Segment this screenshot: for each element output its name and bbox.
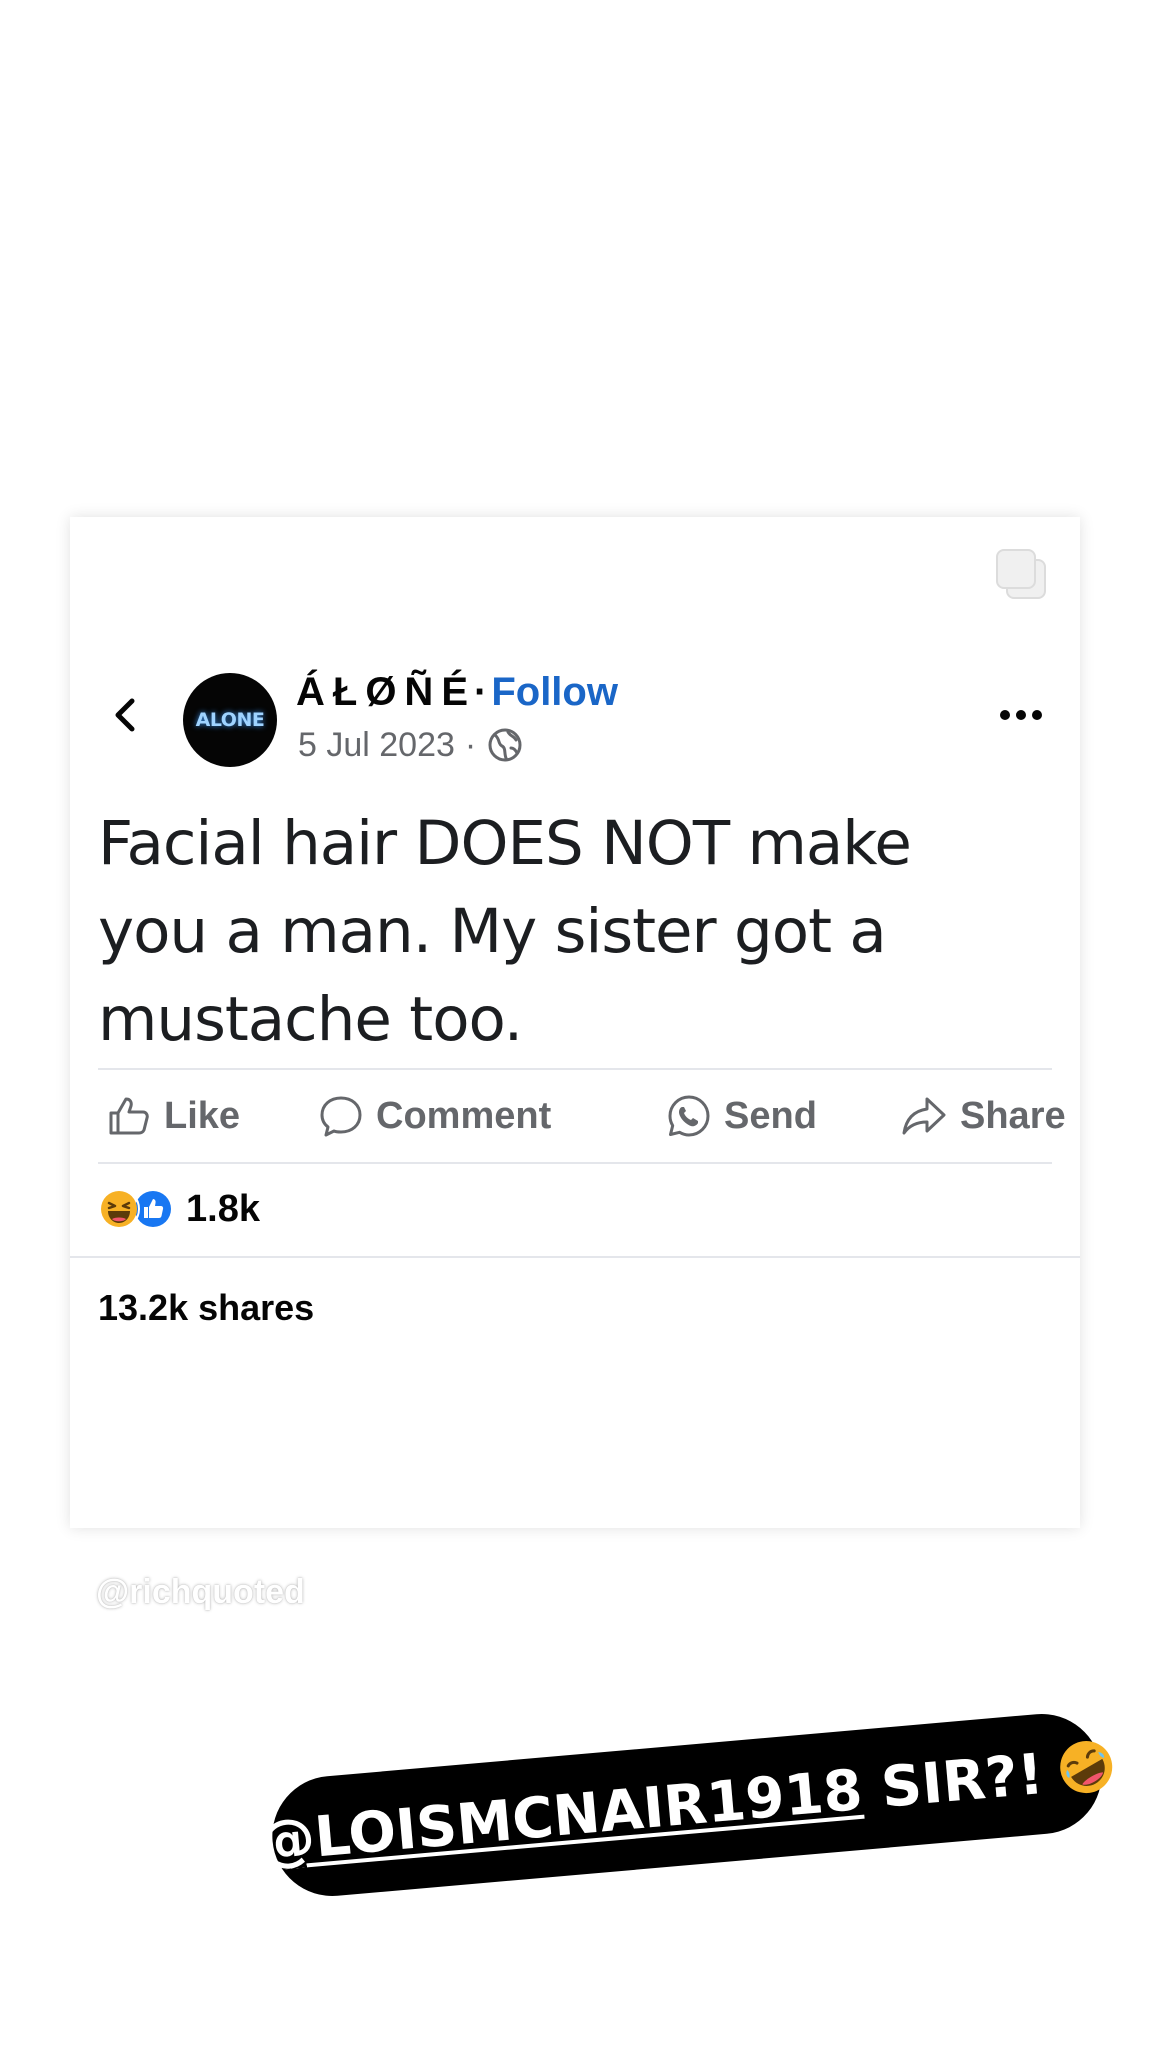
- more-options-icon[interactable]: [998, 705, 1044, 725]
- comment-button[interactable]: Comment: [318, 1070, 551, 1162]
- globe-icon: [488, 728, 522, 762]
- like-button[interactable]: Like: [106, 1070, 240, 1162]
- share-label: Share: [960, 1094, 1066, 1137]
- post-card: ALONE ÁŁØÑÉ· Follow 5 Jul 2023 · Facial h…: [70, 517, 1080, 1528]
- follow-button[interactable]: Follow: [491, 670, 618, 714]
- rolling-on-floor-laughing-emoji: [1059, 1741, 1112, 1794]
- like-label: Like: [164, 1094, 241, 1137]
- author-line: ÁŁØÑÉ· Follow: [296, 669, 618, 715]
- send-button[interactable]: Send: [666, 1070, 817, 1162]
- avatar-text: ALONE: [195, 709, 265, 731]
- post-date[interactable]: 5 Jul 2023: [298, 725, 455, 765]
- reaction-count: 1.8k: [186, 1187, 260, 1230]
- thumbs-up-icon: [109, 1097, 149, 1135]
- send-label: Send: [724, 1094, 817, 1137]
- avatar[interactable]: ALONE: [183, 673, 277, 767]
- post-text: Facial hair DOES NOT make you a man. My …: [98, 808, 912, 1055]
- comment-label: Comment: [376, 1094, 552, 1137]
- haha-reaction-icon: [98, 1188, 140, 1230]
- post-meta: 5 Jul 2023 ·: [298, 725, 524, 765]
- divider: [70, 1256, 1080, 1258]
- sticker-caption: SIR?!: [859, 1741, 1047, 1823]
- watermark: @richquoted: [96, 1573, 305, 1611]
- share-button[interactable]: Share: [900, 1070, 1066, 1162]
- meta-separator: ·: [464, 726, 477, 764]
- story-page: ALONE ÁŁØÑÉ· Follow 5 Jul 2023 · Facial h…: [0, 0, 1152, 2048]
- author-name[interactable]: ÁŁØÑÉ: [296, 670, 476, 714]
- back-chevron-icon[interactable]: [106, 695, 146, 735]
- comment-bubble-icon: [320, 1096, 362, 1137]
- reactions-summary[interactable]: 1.8k: [98, 1187, 260, 1231]
- mention-sticker[interactable]: @LOISMCNAIR1918 SIR?!: [256, 1708, 1112, 1902]
- multiple-images-icon: [996, 549, 1046, 599]
- sticker-text: @LOISMCNAIR1918 SIR?!: [256, 1735, 1118, 1875]
- shares-count[interactable]: 13.2k shares: [98, 1287, 314, 1329]
- share-arrow-icon: [902, 1097, 946, 1135]
- author-separator: ·: [474, 670, 488, 714]
- action-bar: Like Comment Send Share: [98, 1068, 1066, 1164]
- mention-link[interactable]: @LOISMCNAIR1918: [256, 1757, 865, 1875]
- whatsapp-icon: [668, 1095, 710, 1137]
